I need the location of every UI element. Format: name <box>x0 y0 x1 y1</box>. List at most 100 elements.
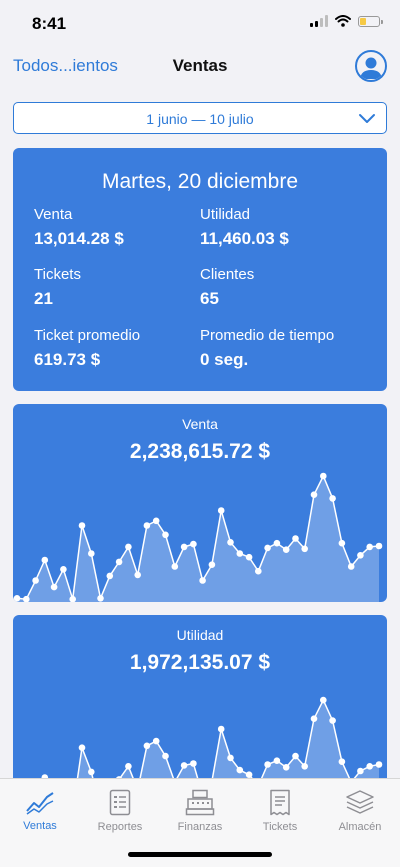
chart-point[interactable] <box>78 522 86 529</box>
chart-point[interactable] <box>245 553 253 561</box>
ticket-receipt-icon <box>270 789 290 816</box>
metric-value: 0 seg. <box>200 350 249 369</box>
chart-point[interactable] <box>310 715 318 722</box>
metric-label: Utilidad <box>200 206 251 223</box>
chart-title: Venta <box>182 416 218 432</box>
chart-point[interactable] <box>375 761 383 768</box>
chart-point[interactable] <box>236 550 244 557</box>
cash-register-icon <box>185 789 215 816</box>
tab-ventas[interactable]: Ventas <box>0 789 80 832</box>
chart-point[interactable] <box>329 495 336 502</box>
profit-chart-card[interactable]: Utilidad 1,972,135.07 $ <box>13 615 387 778</box>
chart-point[interactable] <box>227 754 234 762</box>
chart-point[interactable] <box>264 761 271 768</box>
metric-value: 65 <box>200 289 219 308</box>
chart-point[interactable] <box>320 472 327 480</box>
chart-point[interactable] <box>134 571 141 579</box>
date-range-value: 1 junio — 10 julio <box>146 111 254 127</box>
chart-point[interactable] <box>236 766 244 774</box>
tab-reportes[interactable]: Reportes <box>80 789 160 833</box>
chart-point[interactable] <box>338 539 346 547</box>
back-button[interactable]: Todos...ientos <box>13 56 118 76</box>
chart-point[interactable] <box>357 767 364 775</box>
status-bar: 8:41 <box>0 0 400 46</box>
chart-point[interactable] <box>180 762 188 769</box>
chart-point[interactable] <box>301 545 309 553</box>
chart-total: 2,238,615.72 $ <box>129 440 271 463</box>
chart-point[interactable] <box>162 752 169 760</box>
chart-point[interactable] <box>199 577 206 584</box>
chart-point[interactable] <box>282 546 290 553</box>
report-document-icon <box>109 789 131 816</box>
chart-point[interactable] <box>329 717 336 724</box>
chart-point[interactable] <box>282 764 290 771</box>
chart-point[interactable] <box>310 491 318 498</box>
chart-point[interactable] <box>217 507 225 514</box>
chart-area <box>44 700 379 778</box>
summary-date: Martes, 20 diciembre <box>101 170 299 193</box>
chart-point[interactable] <box>366 763 374 770</box>
chart-point[interactable] <box>50 583 58 591</box>
chart-point[interactable] <box>13 595 21 602</box>
chart-point[interactable] <box>125 543 132 551</box>
chart-point[interactable] <box>264 544 271 552</box>
tab-label: Reportes <box>97 821 143 833</box>
battery-level <box>360 17 366 25</box>
metric-value: 13,014.28 $ <box>34 229 124 248</box>
avatar <box>360 57 382 79</box>
chart-point[interactable] <box>273 539 281 547</box>
chart-point[interactable] <box>143 522 151 529</box>
chart-point[interactable] <box>292 535 299 542</box>
daily-summary-card: Martes, 20 diciembre Venta 13,014.28 $ U… <box>13 148 387 391</box>
tab-tickets[interactable]: Tickets <box>240 789 320 833</box>
sales-chart-card[interactable]: Venta 2,238,615.72 $ <box>13 404 387 602</box>
chart-point[interactable] <box>292 752 299 760</box>
person-circle-icon[interactable] <box>355 50 387 82</box>
chart-point[interactable] <box>366 543 374 551</box>
chart-point[interactable] <box>190 540 197 548</box>
chart-point[interactable] <box>180 543 188 551</box>
chart-point[interactable] <box>143 742 151 750</box>
tab-almacen[interactable]: Almacén <box>320 789 400 833</box>
chart-point[interactable] <box>125 763 132 770</box>
chart-point[interactable] <box>60 566 67 573</box>
chart-point[interactable] <box>152 517 160 525</box>
chart-point[interactable] <box>190 760 197 767</box>
chart-point[interactable] <box>273 757 281 764</box>
date-range-select[interactable]: 1 junio — 10 julio <box>13 102 387 134</box>
chart-point[interactable] <box>115 558 123 566</box>
status-time: 8:41 <box>32 14 67 33</box>
chart-point[interactable] <box>347 563 355 570</box>
chart-point[interactable] <box>227 539 234 546</box>
chart-point[interactable] <box>338 758 346 765</box>
chart-point[interactable] <box>357 552 364 559</box>
metric-ticket-promedio: Ticket promedio 619.73 $ <box>34 327 214 370</box>
chart-point[interactable] <box>88 768 95 776</box>
metric-tickets: Tickets 21 <box>34 266 214 309</box>
chart-point[interactable] <box>152 737 160 745</box>
chart-point[interactable] <box>255 567 262 575</box>
chart-point[interactable] <box>245 771 253 778</box>
status-icons <box>310 15 383 27</box>
chart-point[interactable] <box>217 725 225 733</box>
metric-clientes: Clientes 65 <box>200 266 380 309</box>
chart-point[interactable] <box>97 595 104 602</box>
chart-point[interactable] <box>171 563 179 570</box>
chart-point[interactable] <box>208 561 216 568</box>
chart-point[interactable] <box>162 531 169 539</box>
chart-point[interactable] <box>41 556 49 564</box>
chart-point[interactable] <box>375 542 383 550</box>
tab-label: Almacén <box>338 821 382 833</box>
chart-point[interactable] <box>320 696 327 704</box>
chart-point[interactable] <box>78 744 86 751</box>
metric-promedio-tiempo: Promedio de tiempo 0 seg. <box>200 327 380 370</box>
content-scroll-area[interactable]: Martes, 20 diciembre Venta 13,014.28 $ U… <box>0 142 400 778</box>
cellular-signal-icon <box>310 15 328 27</box>
metric-label: Clientes <box>200 266 255 283</box>
chart-point[interactable] <box>88 550 95 557</box>
chevron-down-icon <box>359 114 375 123</box>
tab-finanzas[interactable]: Finanzas <box>160 789 240 833</box>
chart-point[interactable] <box>32 577 39 584</box>
chart-point[interactable] <box>301 763 309 770</box>
chart-point[interactable] <box>106 572 114 580</box>
